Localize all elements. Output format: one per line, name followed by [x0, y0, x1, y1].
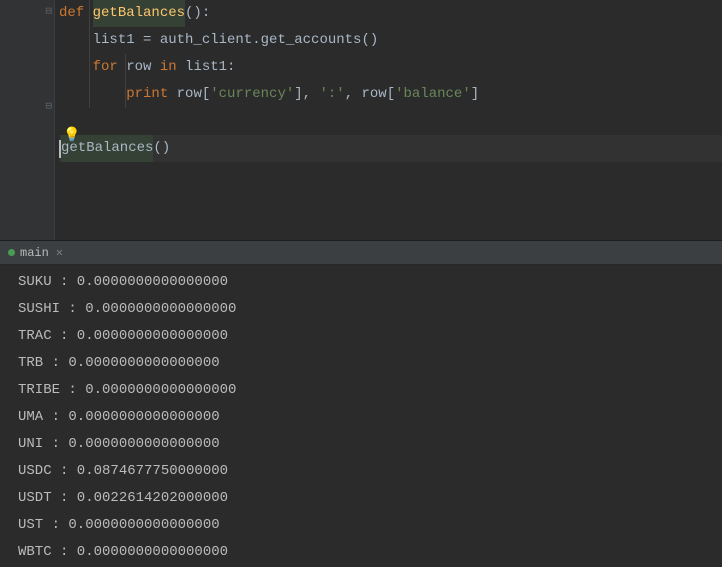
run-tab-label: main — [20, 246, 49, 260]
run-tab-bar: main ✕ — [0, 241, 722, 265]
code-line[interactable]: for row in list1: — [59, 54, 722, 81]
run-panel: main ✕ SUKU : 0.0000000000000000SUSHI : … — [0, 240, 722, 567]
console-output[interactable]: SUKU : 0.0000000000000000SUSHI : 0.00000… — [0, 265, 722, 566]
code-line[interactable]: def getBalances(): — [59, 0, 722, 27]
console-line: USDT : 0.0022614202000000 — [18, 485, 722, 512]
console-line: UNI : 0.0000000000000000 — [18, 431, 722, 458]
editor-pane: ⊟ ⊟ def getBalances(): list1 = auth_clie… — [0, 0, 722, 240]
console-line: UST : 0.0000000000000000 — [18, 512, 722, 539]
fold-icon[interactable]: ⊟ — [45, 99, 52, 113]
code-line[interactable]: list1 = auth_client.get_accounts() — [59, 27, 722, 54]
code-line[interactable] — [59, 162, 722, 189]
run-status-icon — [8, 249, 15, 256]
run-tab-main[interactable]: main ✕ — [0, 241, 71, 264]
console-line: SUSHI : 0.0000000000000000 — [18, 296, 722, 323]
console-line: TRB : 0.0000000000000000 — [18, 350, 722, 377]
console-line: WBTC : 0.0000000000000000 — [18, 539, 722, 566]
fold-icon[interactable]: ⊟ — [45, 4, 52, 18]
console-line: USDC : 0.0874677750000000 — [18, 458, 722, 485]
console-line: UMA : 0.0000000000000000 — [18, 404, 722, 431]
intention-bulb-icon[interactable]: 💡 — [63, 127, 80, 144]
code-line[interactable] — [59, 108, 722, 135]
gutter: ⊟ ⊟ — [0, 0, 55, 240]
console-line: SUKU : 0.0000000000000000 — [18, 269, 722, 296]
code-line[interactable]: getBalances() — [59, 135, 722, 162]
code-area[interactable]: def getBalances(): list1 = auth_client.g… — [55, 0, 722, 240]
console-line: TRAC : 0.0000000000000000 — [18, 323, 722, 350]
console-line: TRIBE : 0.0000000000000000 — [18, 377, 722, 404]
close-icon[interactable]: ✕ — [56, 245, 63, 260]
code-line[interactable]: print row['currency'], ':', row['balance… — [59, 81, 722, 108]
